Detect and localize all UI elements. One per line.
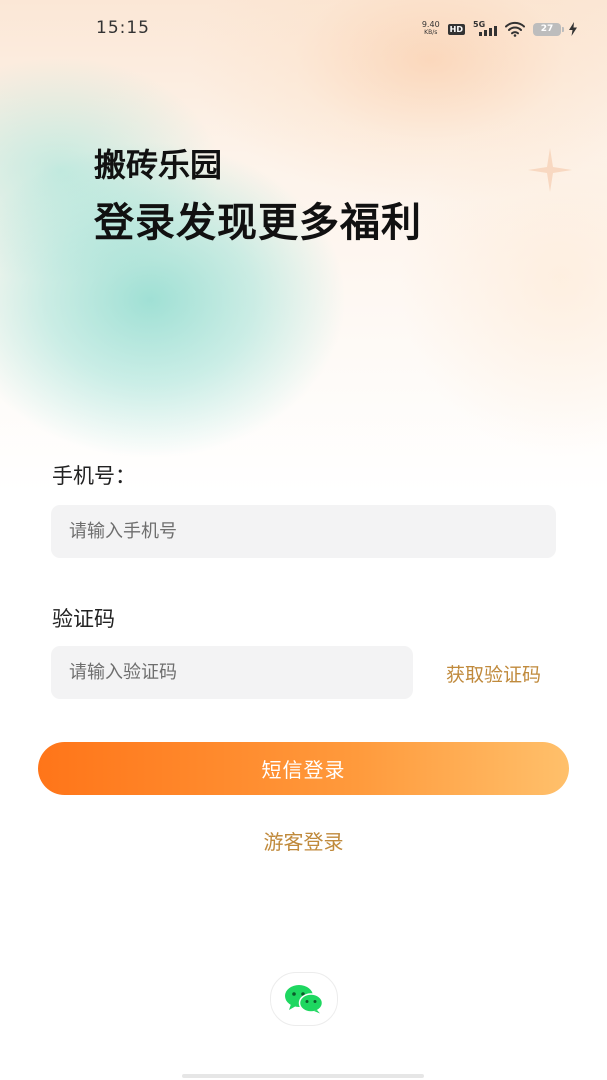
sms-login-button[interactable]: 短信登录 — [38, 742, 569, 795]
wifi-icon — [505, 21, 525, 37]
app-title: 搬砖乐园 — [94, 146, 223, 184]
phone-label: 手机号： — [52, 464, 136, 488]
network-speed: 9.40 KB/s — [422, 21, 440, 37]
code-label: 验证码 — [52, 607, 115, 631]
phone-input[interactable] — [51, 505, 556, 558]
get-code-button[interactable]: 获取验证码 — [446, 660, 541, 687]
sms-login-label: 短信登录 — [261, 758, 346, 782]
wechat-login-button[interactable] — [270, 972, 338, 1026]
charging-icon — [569, 22, 577, 36]
page-tagline: 登录发现更多福利 — [94, 200, 422, 246]
home-indicator[interactable] — [182, 1074, 424, 1078]
background-gradient — [0, 0, 607, 520]
network-speed-unit: KB/s — [424, 29, 438, 36]
signal-icon: 5G — [473, 20, 497, 38]
guest-login-button[interactable]: 游客登录 — [0, 826, 607, 855]
hd-badge: HD — [447, 23, 465, 35]
status-bar: 15:15 9.40 KB/s HD 5G 27 — [0, 0, 607, 58]
sparkle-icon — [528, 148, 572, 192]
status-time: 15:15 — [96, 18, 150, 38]
battery-icon: 27 — [533, 22, 564, 36]
status-indicators: 9.40 KB/s HD 5G 27 — [422, 18, 577, 40]
verification-code-input[interactable] — [51, 646, 413, 699]
network-speed-value: 9.40 — [421, 20, 440, 29]
wechat-icon — [285, 985, 324, 1014]
battery-level: 27 — [540, 24, 554, 34]
